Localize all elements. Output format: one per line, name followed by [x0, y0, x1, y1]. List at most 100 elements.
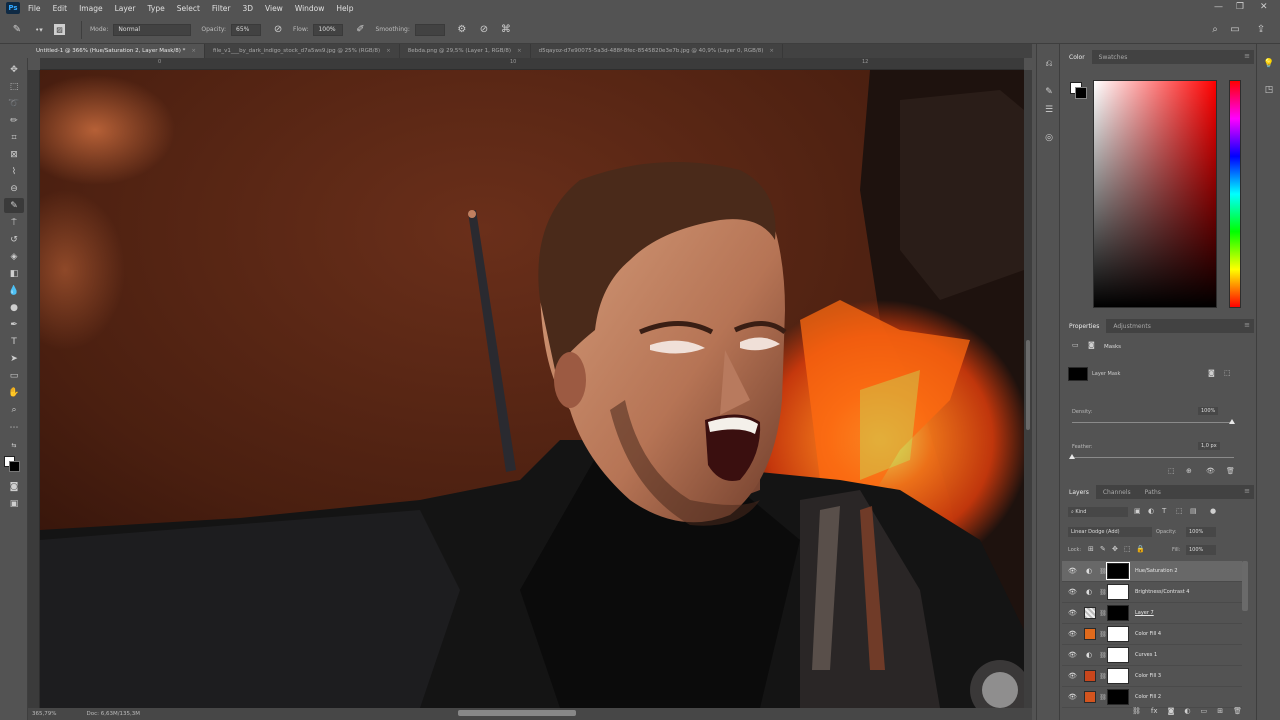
- canvas[interactable]: [40, 70, 1024, 708]
- panel-menu-icon[interactable]: ≡: [1244, 52, 1250, 60]
- screen-mode-icon[interactable]: ▣: [4, 496, 24, 511]
- lock-transparent-icon[interactable]: ⊞: [1088, 545, 1094, 553]
- menu-help[interactable]: Help: [336, 4, 353, 13]
- menu-type[interactable]: Type: [148, 4, 165, 13]
- menu-edit[interactable]: Edit: [53, 4, 68, 13]
- layer-name[interactable]: Color Fill 2: [1135, 694, 1161, 700]
- layers-scrollbar-thumb[interactable]: [1242, 561, 1248, 611]
- filter-shape-icon[interactable]: ⬚: [1176, 507, 1183, 515]
- menu-image[interactable]: Image: [79, 4, 103, 13]
- brush-settings-panel-icon[interactable]: ✎: [1043, 86, 1055, 98]
- background-color-swatch[interactable]: [9, 461, 20, 472]
- new-layer-icon[interactable]: ⊞: [1217, 707, 1223, 717]
- mask-thumbnail[interactable]: [1106, 562, 1130, 580]
- tab-swatches[interactable]: Swatches: [1092, 50, 1135, 64]
- eyedropper-tool-icon[interactable]: ⌇: [4, 164, 24, 179]
- gradient-tool-icon[interactable]: ◧: [4, 266, 24, 281]
- layer-name[interactable]: Hue/Saturation 2: [1135, 568, 1178, 574]
- layer-name[interactable]: Color Fill 4: [1135, 631, 1161, 637]
- filter-pixel-icon[interactable]: ▣: [1134, 507, 1141, 515]
- layer-name[interactable]: Color Fill 3: [1135, 673, 1161, 679]
- type-tool-icon[interactable]: T: [4, 334, 24, 349]
- panel-menu-icon[interactable]: ≡: [1244, 321, 1250, 329]
- visibility-eye-icon[interactable]: 👁: [1068, 588, 1078, 596]
- menu-layer[interactable]: Layer: [115, 4, 136, 13]
- layer-row[interactable]: 👁 ◐ ⛓ Brightness/Contrast 4: [1062, 582, 1242, 603]
- move-tool-icon[interactable]: ✥: [4, 62, 24, 77]
- mask-link-icon[interactable]: ⛓: [1099, 589, 1107, 596]
- brush-settings-icon[interactable]: ▨: [54, 24, 65, 35]
- symmetry-icon[interactable]: ⌘: [499, 23, 513, 37]
- layer-name[interactable]: Brightness/Contrast 4: [1135, 589, 1189, 595]
- menu-select[interactable]: Select: [177, 4, 200, 13]
- background-color-chip[interactable]: [1075, 87, 1087, 99]
- blur-tool-icon[interactable]: 💧: [4, 283, 24, 298]
- lock-artboard-icon[interactable]: ⬚: [1124, 545, 1131, 553]
- visibility-eye-icon[interactable]: 👁: [1068, 567, 1078, 575]
- pressure-opacity-icon[interactable]: ⊘: [271, 23, 285, 37]
- pressure-size-icon[interactable]: ⊘: [477, 23, 491, 37]
- visibility-eye-icon[interactable]: 👁: [1068, 630, 1078, 638]
- close-tab-icon[interactable]: ×: [191, 48, 196, 54]
- link-layers-icon[interactable]: ⛓: [1132, 707, 1141, 717]
- filter-smart-object-icon[interactable]: ▤: [1190, 507, 1197, 515]
- frame-tool-icon[interactable]: ⊠: [4, 147, 24, 162]
- fill-color-thumbnail[interactable]: [1084, 670, 1096, 682]
- tab-8ebda[interactable]: 8ebda.png @ 29,5% (Layer 1, RGB/8) ×: [400, 44, 531, 58]
- filter-adjustment-icon[interactable]: ◐: [1148, 507, 1154, 515]
- smoothing-field[interactable]: [414, 23, 445, 36]
- visibility-eye-icon[interactable]: 👁: [1068, 672, 1078, 680]
- swap-colors-icon[interactable]: ⇆: [4, 438, 24, 453]
- share-icon[interactable]: ⇪: [1254, 23, 1268, 37]
- close-tab-icon[interactable]: ×: [386, 48, 391, 54]
- airbrush-icon[interactable]: ✐: [353, 23, 367, 37]
- layer-row[interactable]: 👁 ◐ ⛓ Curves 1: [1062, 645, 1242, 666]
- marquee-tool-icon[interactable]: ⬚: [4, 79, 24, 94]
- layer-name[interactable]: Layer 7: [1135, 610, 1154, 616]
- restore-button[interactable]: ❐: [1236, 2, 1244, 12]
- delete-layer-icon[interactable]: 🗑: [1233, 707, 1242, 717]
- mode-select[interactable]: Normal: [113, 23, 192, 36]
- toggle-mask-visibility-icon[interactable]: 👁: [1206, 467, 1215, 475]
- mask-thumbnail[interactable]: [1107, 668, 1129, 684]
- layer-row[interactable]: 👁 ⛓ Color Fill 3: [1062, 666, 1242, 687]
- tab-file-v1[interactable]: file_v1___by_dark_indigo_stock_d7a5ws9.j…: [205, 44, 400, 58]
- zoom-tool-icon[interactable]: ⌕: [4, 402, 24, 417]
- new-adjustment-icon[interactable]: ◐: [1184, 707, 1190, 717]
- panel-menu-icon[interactable]: ≡: [1244, 487, 1250, 495]
- layer-name[interactable]: Curves 1: [1135, 652, 1157, 658]
- menu-file[interactable]: File: [28, 4, 41, 13]
- adjustments-panel-icon[interactable]: ☰: [1043, 104, 1055, 116]
- tab-paths[interactable]: Paths: [1138, 485, 1168, 499]
- feather-value[interactable]: 1,0 px: [1198, 442, 1220, 450]
- layer-thumbnail[interactable]: [1084, 607, 1096, 619]
- layer-opacity-field[interactable]: 100%: [1186, 527, 1216, 537]
- density-slider-knob[interactable]: [1229, 419, 1235, 424]
- density-value[interactable]: 100%: [1198, 407, 1219, 415]
- canvas-vertical-scrollbar[interactable]: [1024, 70, 1032, 708]
- select-vector-mask-icon[interactable]: ⬚: [1224, 369, 1231, 377]
- new-group-icon[interactable]: ▭: [1201, 707, 1208, 717]
- tab-adjustments[interactable]: Adjustments: [1106, 319, 1158, 333]
- lock-image-icon[interactable]: ✎: [1100, 545, 1106, 553]
- crop-tool-icon[interactable]: ⌗: [4, 130, 24, 145]
- mask-link-icon[interactable]: ⛓: [1099, 652, 1107, 659]
- clone-stamp-tool-icon[interactable]: ⍑: [4, 215, 24, 230]
- filter-toggle-icon[interactable]: ●: [1210, 507, 1216, 515]
- search-icon[interactable]: ⌕: [1208, 23, 1222, 37]
- mask-thumbnail[interactable]: [1107, 647, 1129, 663]
- scrollbar-thumb[interactable]: [1026, 340, 1030, 430]
- history-panel-icon[interactable]: ⎌: [1043, 58, 1055, 70]
- feather-slider-track[interactable]: [1072, 457, 1234, 458]
- path-selection-tool-icon[interactable]: ➤: [4, 351, 24, 366]
- load-selection-icon[interactable]: ⬚: [1168, 467, 1175, 475]
- fill-field[interactable]: 100%: [1186, 545, 1216, 555]
- tab-d5qayoz[interactable]: d5qayoz-d7e90075-5a3d-488f-8fec-8545820e…: [531, 44, 783, 58]
- apply-mask-icon[interactable]: ⊕: [1186, 467, 1192, 475]
- saturation-brightness-field[interactable]: [1093, 80, 1217, 308]
- close-tab-icon[interactable]: ×: [769, 48, 774, 54]
- horizontal-scrollbar-thumb[interactable]: [458, 710, 576, 716]
- quick-mask-icon[interactable]: ◙: [4, 479, 24, 494]
- filter-type-icon[interactable]: T: [1162, 507, 1166, 515]
- close-tab-icon[interactable]: ×: [517, 48, 522, 54]
